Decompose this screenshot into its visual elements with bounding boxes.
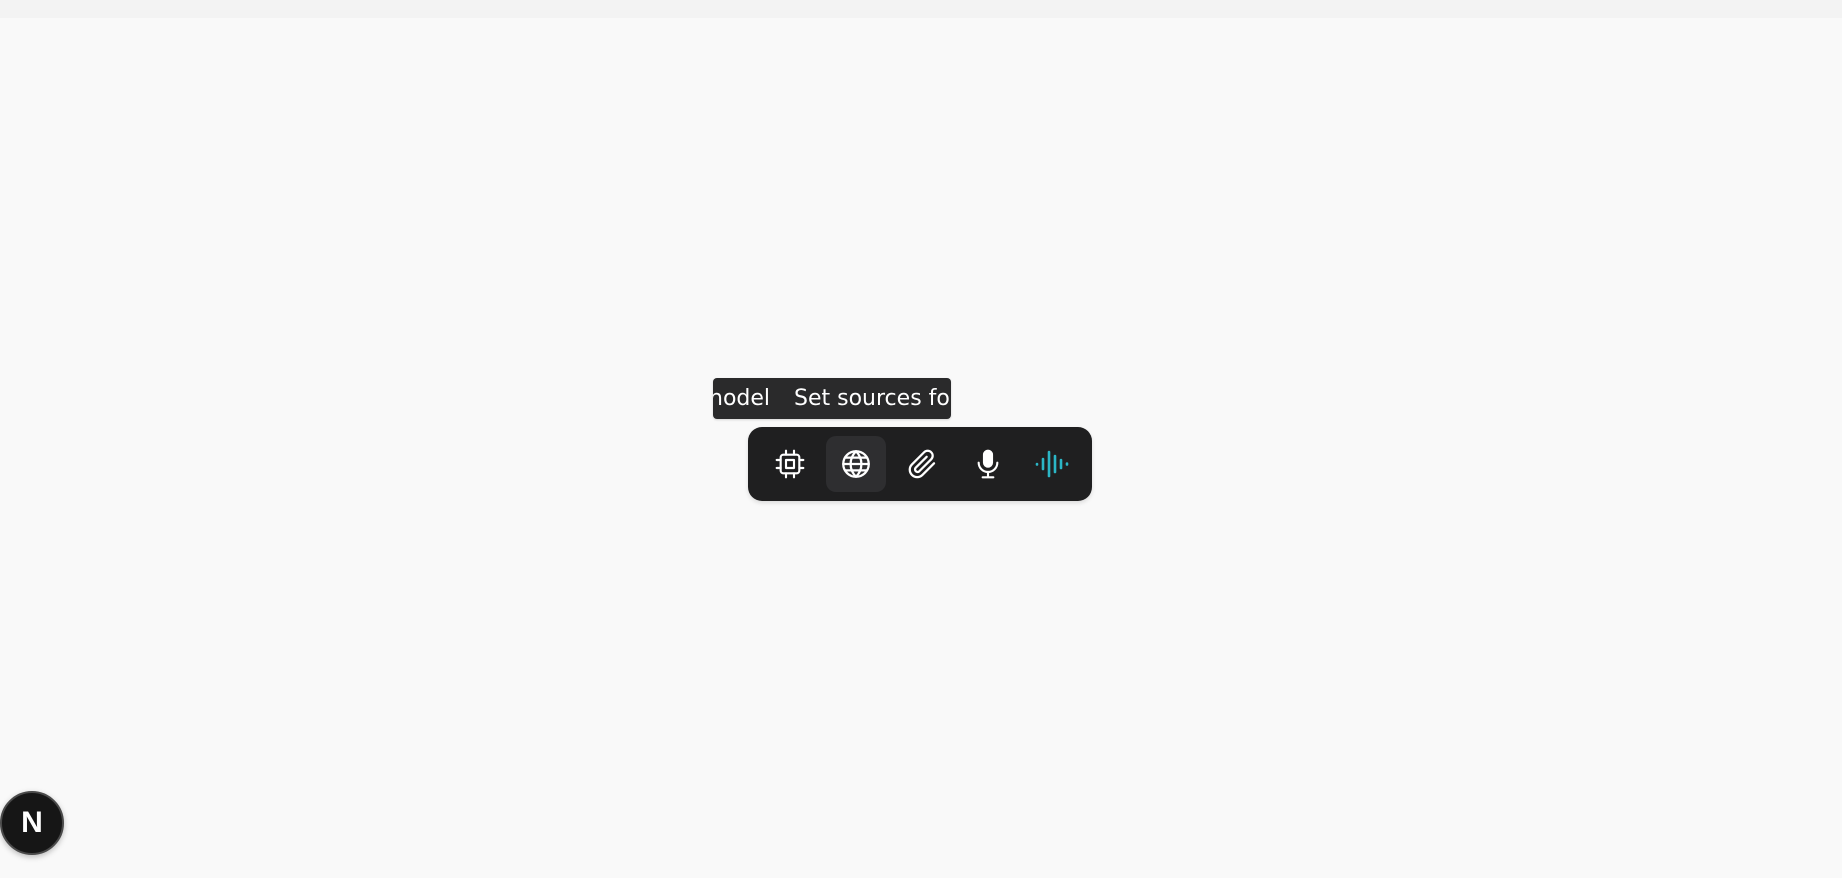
sound-wave-icon bbox=[1035, 450, 1069, 478]
sources-button[interactable] bbox=[826, 436, 886, 492]
globe-icon bbox=[842, 450, 870, 478]
cpu-chip-icon bbox=[775, 449, 805, 479]
input-toolbar bbox=[748, 427, 1092, 501]
tooltip-text-model: nodel bbox=[713, 386, 771, 411]
dev-tools-badge[interactable]: N bbox=[0, 791, 64, 855]
attach-button[interactable] bbox=[892, 436, 952, 492]
voice-input-button[interactable] bbox=[958, 436, 1018, 492]
tooltip-marquee: nodel Set sources for bbox=[713, 378, 951, 419]
voice-mode-button[interactable] bbox=[1024, 436, 1084, 492]
microphone-icon bbox=[977, 449, 999, 479]
badge-letter: N bbox=[21, 806, 43, 839]
tooltip: nodel Set sources for bbox=[713, 378, 951, 419]
model-button[interactable] bbox=[760, 436, 820, 492]
tooltip-text-sources: Set sources for bbox=[794, 386, 951, 411]
top-strip bbox=[0, 0, 1842, 18]
paperclip-icon bbox=[908, 449, 936, 479]
